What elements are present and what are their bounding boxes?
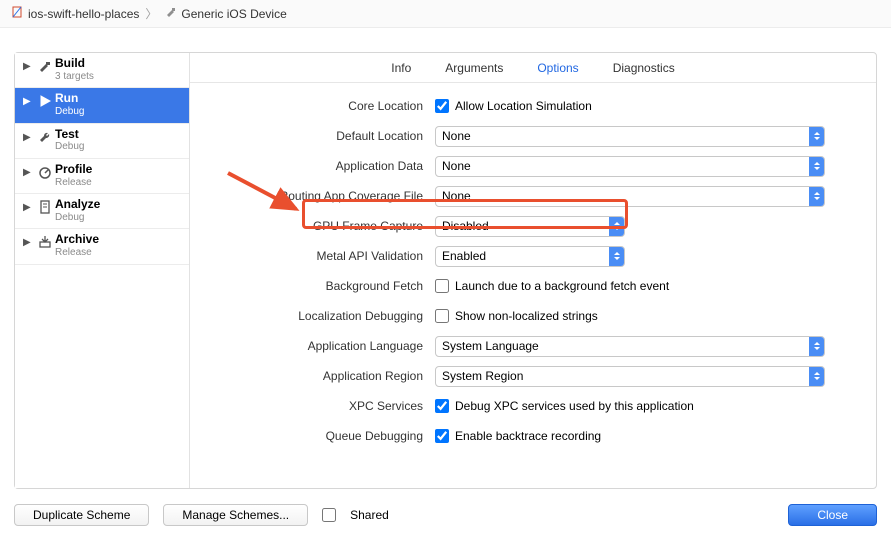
- scheme-editor-panel: ▶ Build 3 targets ▶ Run Debug: [14, 52, 877, 489]
- disclosure-triangle-icon[interactable]: ▶: [23, 96, 35, 107]
- disclosure-triangle-icon[interactable]: ▶: [23, 132, 35, 143]
- tab-arguments[interactable]: Arguments: [445, 61, 503, 75]
- options-form: Core Location Allow Location Simulation …: [190, 83, 876, 459]
- sidebar-item-title: Run: [55, 92, 84, 106]
- queue-debugging-checkbox[interactable]: [435, 429, 449, 443]
- allow-location-simulation-checkbox[interactable]: [435, 99, 449, 113]
- document-check-icon: [35, 199, 55, 215]
- sidebar-item-title: Test: [55, 128, 84, 142]
- gauge-icon: [35, 164, 55, 180]
- xpc-services-checkbox[interactable]: [435, 399, 449, 413]
- sidebar-item-title: Build: [55, 57, 94, 71]
- disclosure-triangle-icon[interactable]: ▶: [23, 202, 35, 213]
- xpc-services-text: Debug XPC services used by this applicat…: [455, 399, 694, 413]
- routing-file-label: Routing App Coverage File: [210, 189, 435, 203]
- gpu-frame-capture-select[interactable]: Disabled: [435, 216, 625, 237]
- tab-diagnostics[interactable]: Diagnostics: [613, 61, 675, 75]
- sidebar-item-analyze[interactable]: ▶ Analyze Debug: [15, 194, 189, 229]
- disclosure-triangle-icon[interactable]: ▶: [23, 61, 35, 72]
- metal-validation-select[interactable]: Enabled: [435, 246, 625, 267]
- breadcrumb-device[interactable]: Generic iOS Device: [181, 7, 286, 21]
- duplicate-scheme-button[interactable]: Duplicate Scheme: [14, 504, 149, 526]
- close-button[interactable]: Close: [788, 504, 877, 526]
- disclosure-triangle-icon[interactable]: ▶: [23, 237, 35, 248]
- routing-file-select[interactable]: None: [435, 186, 825, 207]
- shared-label: Shared: [350, 508, 389, 522]
- application-data-label: Application Data: [210, 159, 435, 173]
- application-region-label: Application Region: [210, 369, 435, 383]
- application-language-select[interactable]: System Language: [435, 336, 825, 357]
- archive-arrow-icon: [35, 234, 55, 250]
- sidebar-item-title: Profile: [55, 163, 92, 177]
- tab-options[interactable]: Options: [537, 61, 578, 75]
- breadcrumb-project[interactable]: ios-swift-hello-places: [28, 7, 139, 21]
- sidebar-item-subtitle: Debug: [55, 141, 84, 153]
- application-data-select[interactable]: None: [435, 156, 825, 177]
- background-fetch-text: Launch due to a background fetch event: [455, 279, 669, 293]
- sidebar-item-build[interactable]: ▶ Build 3 targets: [15, 53, 189, 88]
- sidebar-item-subtitle: Release: [55, 177, 92, 189]
- xpc-services-label: XPC Services: [210, 399, 435, 413]
- core-location-label: Core Location: [210, 99, 435, 113]
- stepper-arrows-icon: [609, 247, 624, 266]
- sidebar-item-title: Analyze: [55, 198, 100, 212]
- sidebar-item-test[interactable]: ▶ Test Debug: [15, 124, 189, 159]
- wrench-icon: [35, 129, 55, 145]
- sidebar-item-profile[interactable]: ▶ Profile Release: [15, 159, 189, 194]
- localization-debugging-label: Localization Debugging: [210, 309, 435, 323]
- allow-location-simulation-label: Allow Location Simulation: [455, 99, 592, 113]
- tab-info[interactable]: Info: [391, 61, 411, 75]
- scheme-tabs: Info Arguments Options Diagnostics: [190, 53, 876, 83]
- queue-debugging-label: Queue Debugging: [210, 429, 435, 443]
- stepper-arrows-icon: [809, 367, 824, 386]
- queue-debugging-text: Enable backtrace recording: [455, 429, 601, 443]
- background-fetch-label: Background Fetch: [210, 279, 435, 293]
- sidebar-item-subtitle: Release: [55, 247, 99, 259]
- stepper-arrows-icon: [809, 157, 824, 176]
- sidebar-item-subtitle: Debug: [55, 212, 100, 224]
- localization-debugging-text: Show non-localized strings: [455, 309, 598, 323]
- manage-schemes-button[interactable]: Manage Schemes...: [163, 504, 308, 526]
- metal-validation-label: Metal API Validation: [210, 249, 435, 263]
- stepper-arrows-icon: [809, 187, 824, 206]
- sidebar-item-archive[interactable]: ▶ Archive Release: [15, 229, 189, 264]
- application-region-select[interactable]: System Region: [435, 366, 825, 387]
- play-icon: [35, 93, 55, 109]
- sidebar-item-run[interactable]: ▶ Run Debug: [15, 88, 189, 123]
- localization-debugging-checkbox[interactable]: [435, 309, 449, 323]
- hammer-icon: [163, 5, 177, 22]
- default-location-label: Default Location: [210, 129, 435, 143]
- stepper-arrows-icon: [609, 217, 624, 236]
- chevron-right-icon: 〉: [143, 5, 159, 22]
- sidebar-item-subtitle: Debug: [55, 106, 84, 118]
- shared-checkbox[interactable]: [322, 508, 336, 522]
- default-location-select[interactable]: None: [435, 126, 825, 147]
- gpu-frame-capture-label: GPU Frame Capture: [210, 219, 435, 233]
- options-content: Info Arguments Options Diagnostics Core …: [190, 53, 876, 488]
- stepper-arrows-icon: [809, 337, 824, 356]
- scheme-action-sidebar: ▶ Build 3 targets ▶ Run Debug: [15, 53, 190, 488]
- breadcrumb: ios-swift-hello-places 〉 Generic iOS Dev…: [0, 0, 891, 28]
- sidebar-item-title: Archive: [55, 233, 99, 247]
- sidebar-item-subtitle: 3 targets: [55, 71, 94, 83]
- stepper-arrows-icon: [809, 127, 824, 146]
- disclosure-triangle-icon[interactable]: ▶: [23, 167, 35, 178]
- footer-bar: Duplicate Scheme Manage Schemes... Share…: [14, 501, 877, 529]
- xcode-app-icon: [10, 5, 24, 22]
- background-fetch-checkbox[interactable]: [435, 279, 449, 293]
- application-language-label: Application Language: [210, 339, 435, 353]
- hammer-icon: [35, 58, 55, 74]
